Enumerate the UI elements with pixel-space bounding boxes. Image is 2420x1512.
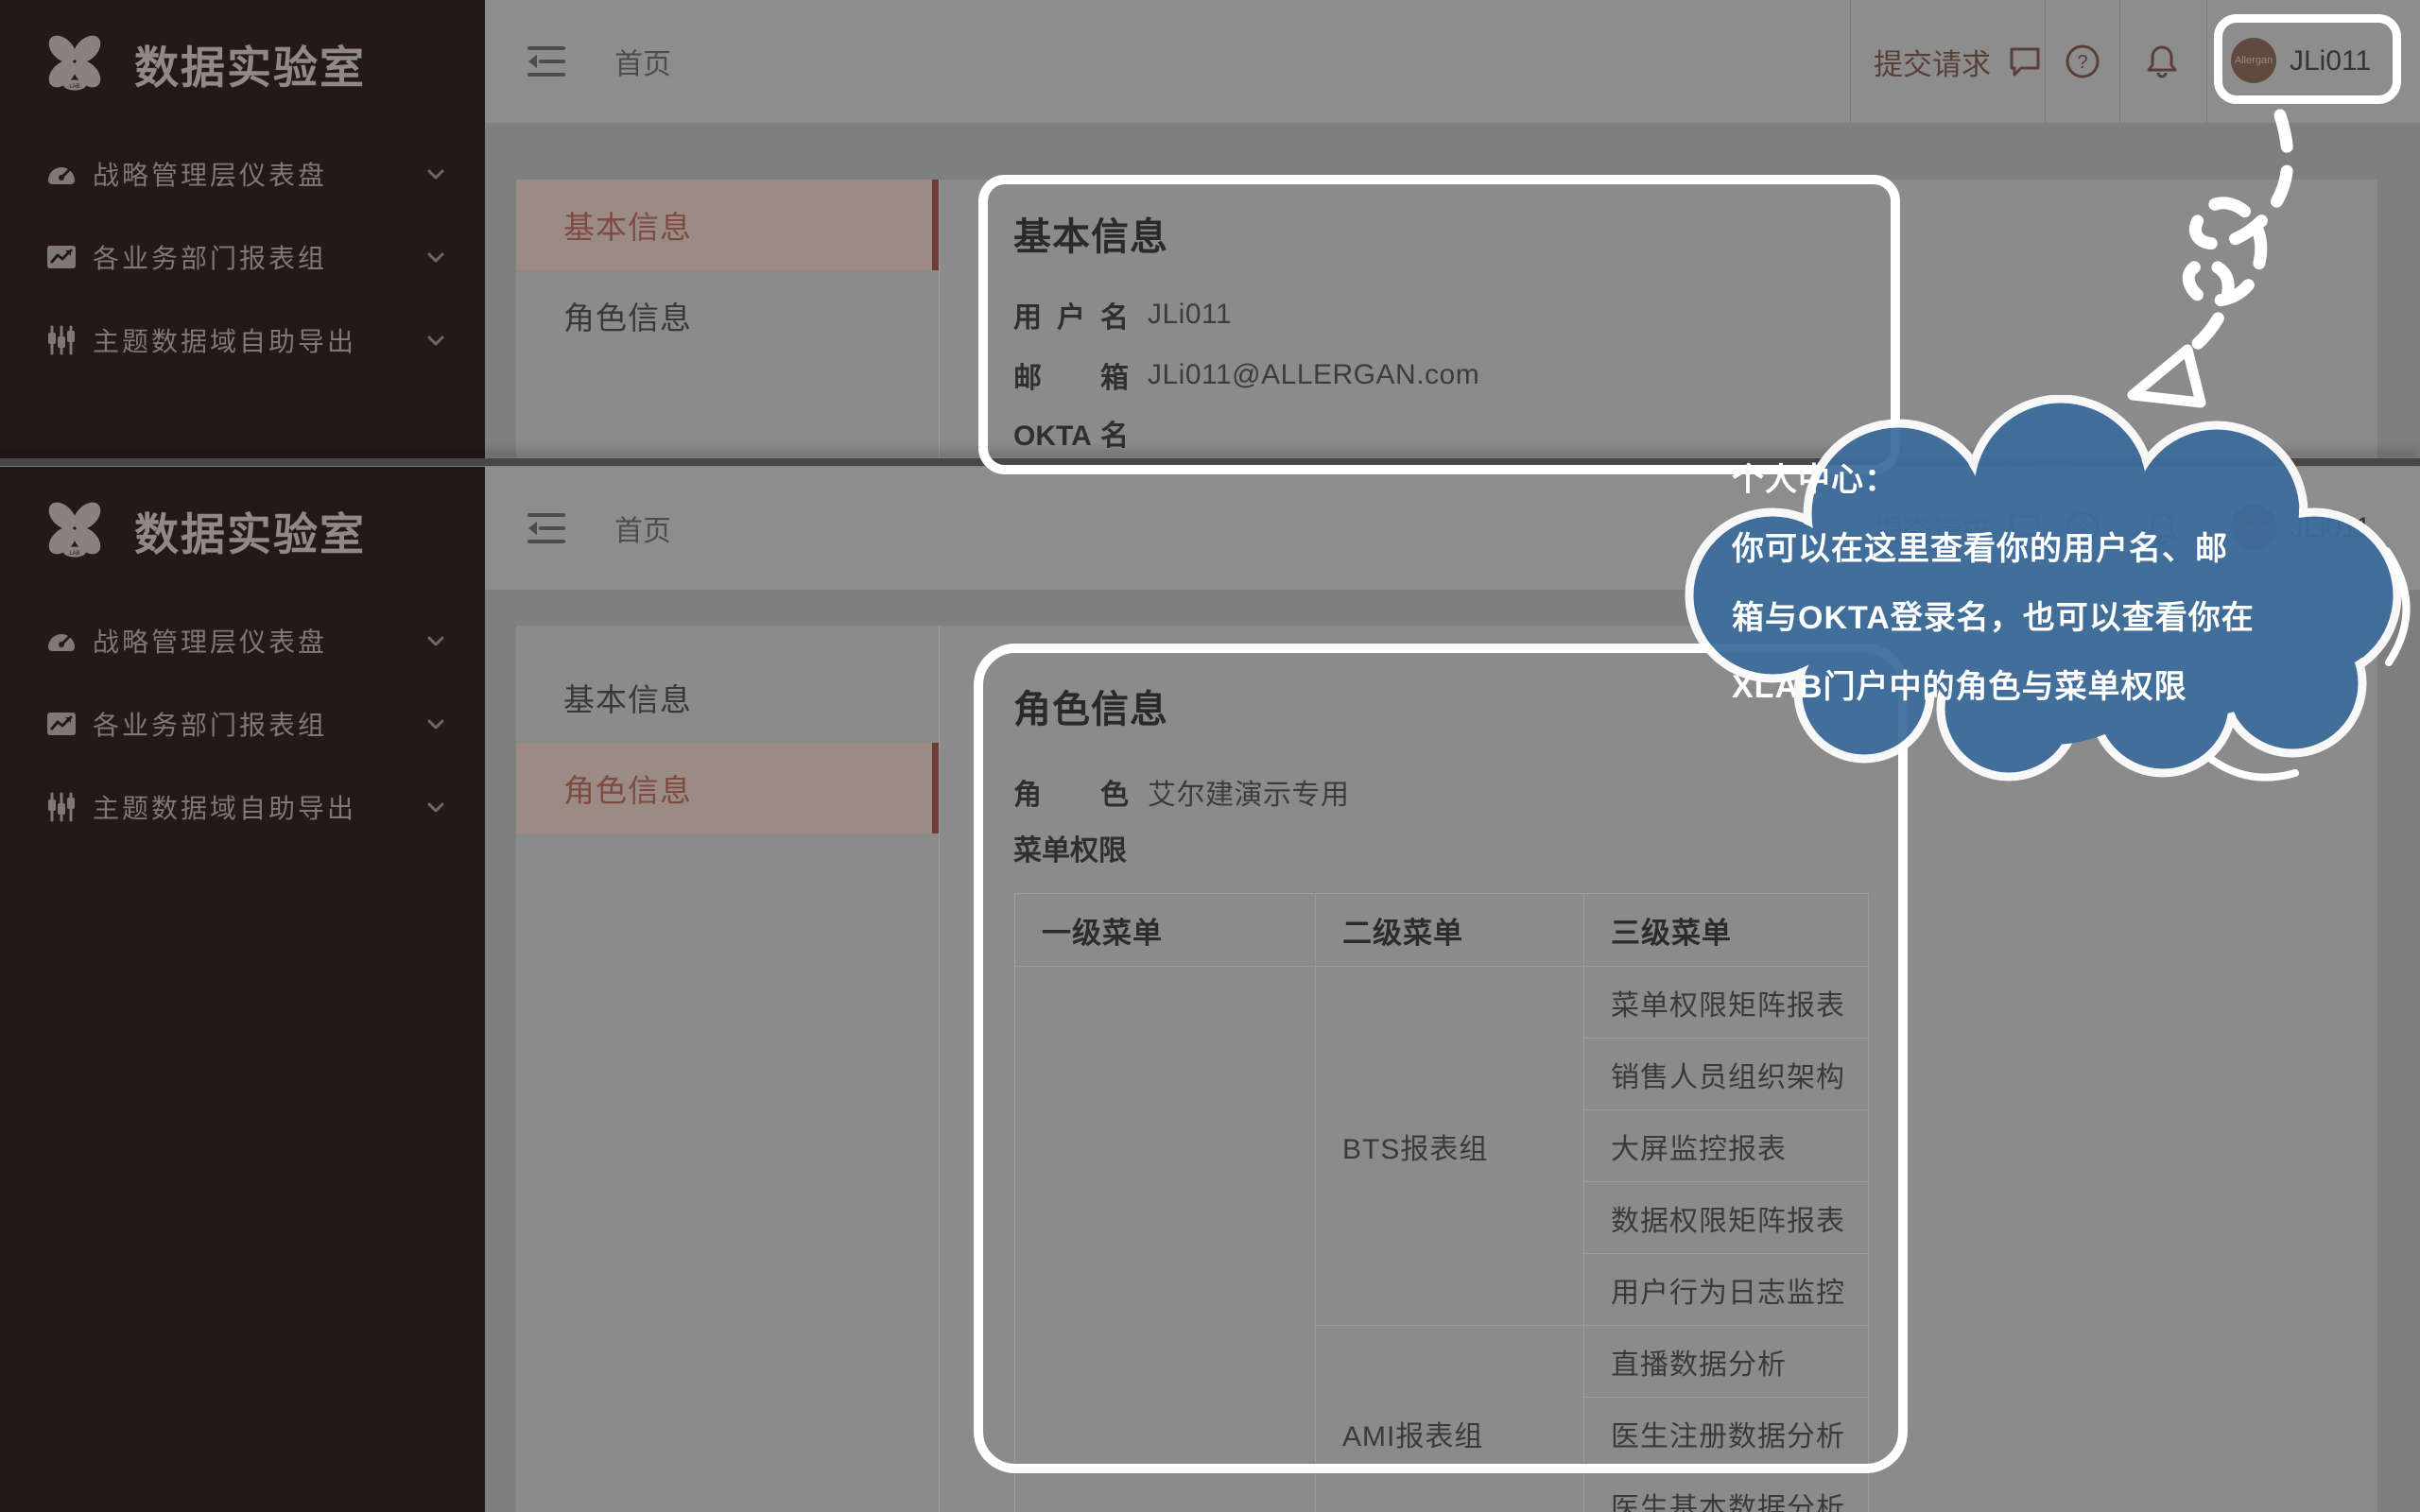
chart-icon (45, 708, 78, 740)
sidebar: LAB 数据实验室 战略管理层仪表盘 各业务部门报表组 (0, 0, 485, 460)
tab-basic-info[interactable]: 基本信息 (516, 652, 939, 743)
cloud-callout-text: 个人中心： 你可以在这里查看你的用户名、邮 箱与OKTA登录名，也可以查看你在 … (1732, 446, 2255, 722)
menu-fold-icon[interactable] (527, 43, 565, 79)
sidebar-item[interactable]: 各业务部门报表组 (0, 682, 485, 765)
export-icon (45, 324, 78, 356)
sidebar-item[interactable]: 主题数据域自助导出 (0, 765, 485, 849)
gauge-icon (45, 625, 78, 657)
hand-drawn-arrow (2080, 94, 2420, 435)
chevron-down-icon (424, 162, 448, 186)
tab-role-info[interactable]: 角色信息 (516, 743, 939, 833)
svg-text:?: ? (2077, 52, 2087, 73)
chevron-down-icon (424, 328, 448, 352)
svg-text:LAB: LAB (69, 551, 79, 557)
sidebar-menu: 战略管理层仪表盘 各业务部门报表组 主题数据域自助导出 (0, 599, 485, 849)
breadcrumb-home[interactable]: 首页 (614, 0, 671, 123)
sidebar-menu: 战略管理层仪表盘 各业务部门报表组 主题数据域自助导出 (0, 132, 485, 382)
sidebar-item[interactable]: 主题数据域自助导出 (0, 299, 485, 382)
export-icon (45, 791, 78, 823)
app-title: 数据实验室 (134, 31, 366, 96)
xlab-logo-icon: LAB (43, 30, 106, 97)
sidebar: LAB 数据实验室 战略管理层仪表盘 各业务部门报表组 (0, 467, 485, 1512)
level3-cell: 医生基本数据分析 (1584, 1469, 1869, 1512)
tab-basic-info[interactable]: 基本信息 (516, 180, 939, 270)
chevron-down-icon (424, 712, 448, 736)
highlight-avatar-box (2214, 14, 2401, 104)
sidebar-item[interactable]: 各业务部门报表组 (0, 215, 485, 299)
xlab-logo-icon: LAB (43, 497, 106, 564)
chevron-down-icon (424, 795, 448, 819)
sidebar-item[interactable]: 战略管理层仪表盘 (0, 132, 485, 215)
tab-role-info[interactable]: 角色信息 (516, 270, 939, 361)
svg-text:LAB: LAB (69, 84, 79, 90)
breadcrumb-home[interactable]: 首页 (614, 467, 671, 590)
menu-fold-icon[interactable] (527, 510, 565, 546)
chevron-down-icon (424, 245, 448, 269)
chat-bubble-icon (2008, 45, 2042, 77)
sidebar-item[interactable]: 战略管理层仪表盘 (0, 599, 485, 682)
app-title: 数据实验室 (134, 498, 366, 563)
chart-icon (45, 241, 78, 273)
gauge-icon (45, 158, 78, 190)
cloud-title: 个人中心： (1732, 446, 2255, 515)
chevron-down-icon (424, 628, 448, 653)
submit-request-button[interactable]: 提交请求 (1874, 0, 2042, 123)
